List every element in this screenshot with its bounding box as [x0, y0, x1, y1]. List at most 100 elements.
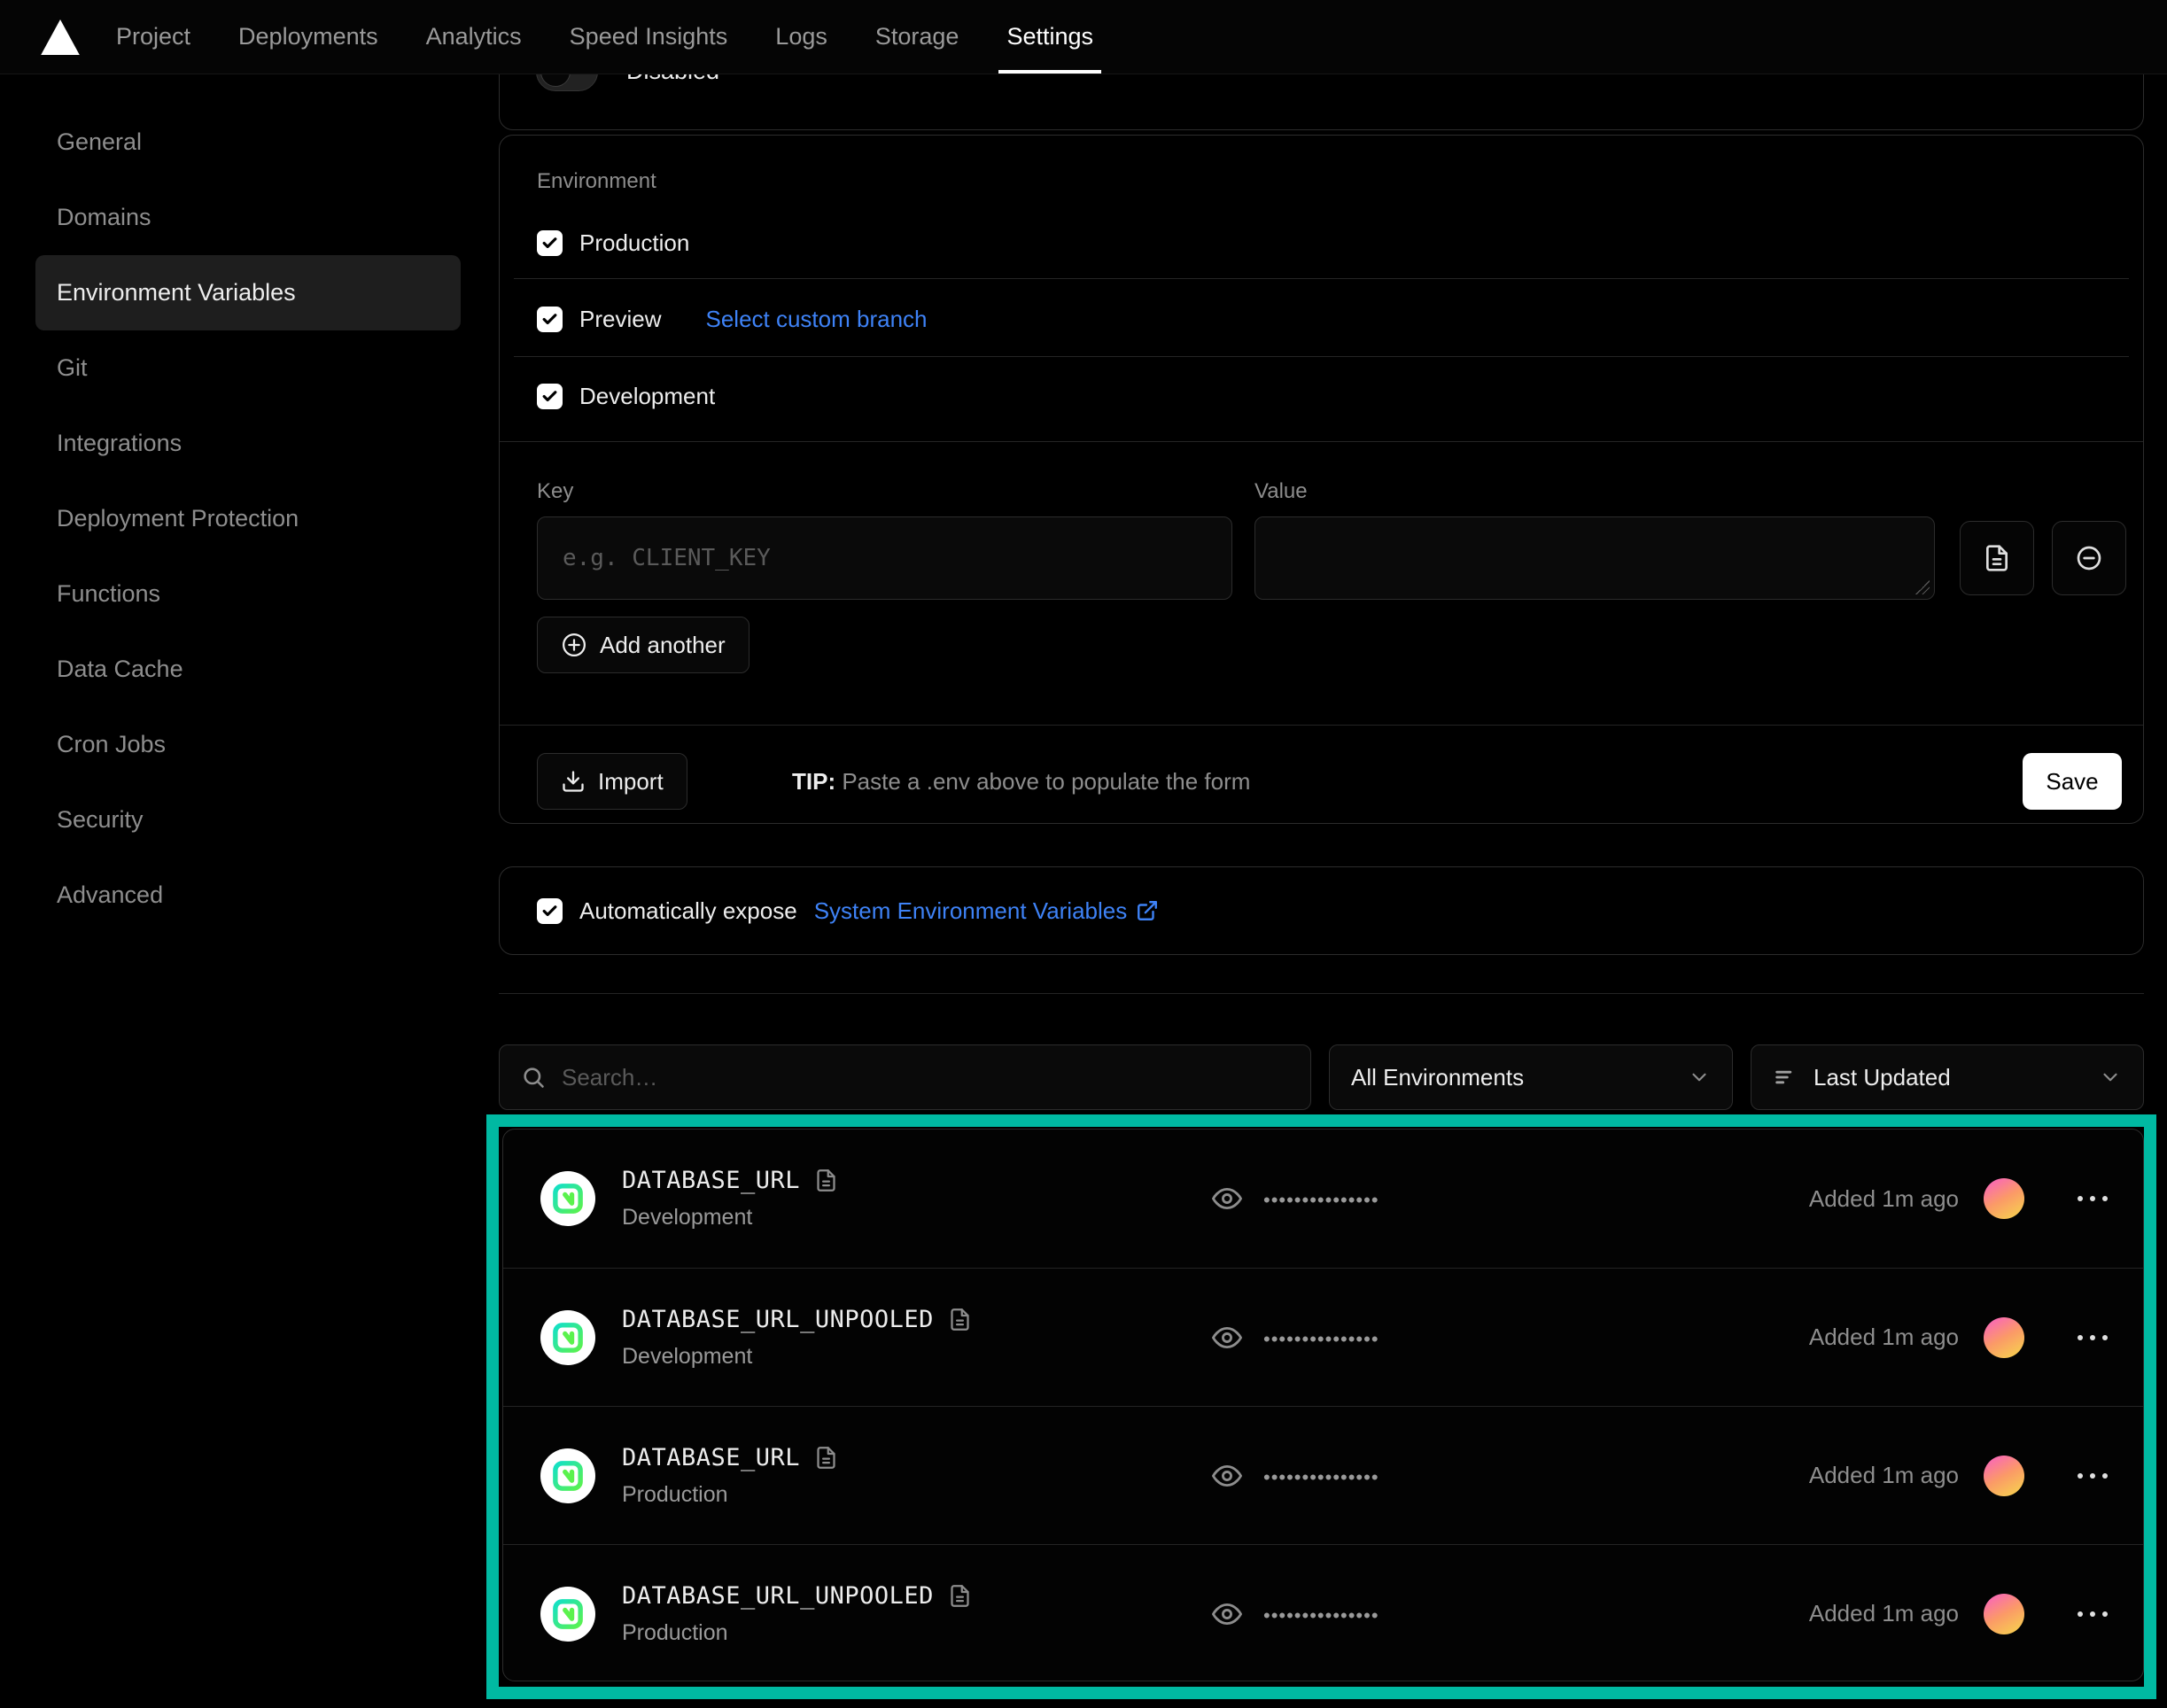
neon-logo [552, 1322, 584, 1354]
nav-item-deployments[interactable]: Deployments [214, 0, 402, 74]
neon-logo [552, 1460, 584, 1492]
neon-logo [552, 1183, 584, 1215]
plus-circle-icon [561, 632, 587, 658]
check-icon [541, 235, 558, 252]
sidebar-item-git[interactable]: Git [35, 330, 461, 406]
row-menu-button[interactable] [2069, 1464, 2117, 1487]
key-input[interactable] [537, 516, 1232, 600]
env-variables-list: DATABASE_URL Development •••••••••••••••… [502, 1129, 2144, 1681]
env-var-meta: Added 1m ago [1809, 1269, 2117, 1406]
row-menu-button[interactable] [2069, 1326, 2117, 1349]
env-var-row[interactable]: DATABASE_URL_UNPOOLED Production •••••••… [503, 1544, 2143, 1681]
user-avatar [1984, 1594, 2024, 1634]
preview-label: Preview [579, 306, 661, 333]
sidebar-item-domains[interactable]: Domains [35, 180, 461, 255]
sidebar-item-cron-jobs[interactable]: Cron Jobs [35, 707, 461, 782]
remove-row-button[interactable] [2052, 521, 2126, 595]
sidebar-item-advanced[interactable]: Advanced [35, 858, 461, 933]
sort-dropdown[interactable]: Last Updated [1751, 1044, 2144, 1110]
value-input[interactable] [1254, 516, 1935, 600]
system-env-panel: Automatically expose System Environment … [499, 866, 2144, 955]
copy-value-icon[interactable] [814, 1446, 838, 1470]
check-icon [541, 311, 558, 328]
masked-value: ••••••••••••••• [1263, 1464, 1379, 1487]
import-button[interactable]: Import [537, 753, 687, 810]
chevron-down-icon [1688, 1066, 1711, 1089]
sidebar-item-deployment-protection[interactable]: Deployment Protection [35, 481, 461, 556]
search-input[interactable] [562, 1064, 1289, 1091]
sidebar-item-data-cache[interactable]: Data Cache [35, 632, 461, 707]
auto-expose-checkbox[interactable] [537, 898, 563, 924]
system-env-variables-link[interactable]: System Environment Variables [814, 897, 1160, 925]
production-label: Production [579, 229, 689, 257]
reveal-value-icon[interactable] [1212, 1599, 1242, 1629]
save-button[interactable]: Save [2023, 753, 2122, 810]
external-link-icon [1136, 899, 1159, 922]
import-label: Import [598, 768, 664, 796]
sort-icon [1773, 1065, 1798, 1090]
env-var-value: ••••••••••••••• [1212, 1545, 1379, 1681]
reveal-value-icon[interactable] [1212, 1461, 1242, 1491]
nav-item-settings[interactable]: Settings [983, 0, 1117, 74]
chevron-down-icon [2099, 1066, 2122, 1089]
env-var-row[interactable]: DATABASE_URL Production ••••••••••••••• … [503, 1406, 2143, 1544]
system-env-link-text: System Environment Variables [814, 897, 1128, 925]
env-var-environment: Development [622, 1344, 972, 1370]
row-menu-button[interactable] [2069, 1187, 2117, 1210]
sidebar-item-functions[interactable]: Functions [35, 556, 461, 632]
preview-checkbox[interactable] [537, 307, 563, 332]
env-var-identity: DATABASE_URL_UNPOOLED Development [622, 1269, 972, 1406]
added-timestamp: Added 1m ago [1809, 1600, 1959, 1627]
nav-item-project[interactable]: Project [92, 0, 214, 74]
sidebar-item-integrations[interactable]: Integrations [35, 406, 461, 481]
env-var-environment: Production [622, 1482, 838, 1508]
sort-value: Last Updated [1814, 1064, 2099, 1091]
sidebar-item-environment-variables[interactable]: Environment Variables [35, 255, 461, 330]
env-var-name: DATABASE_URL [622, 1444, 800, 1471]
tip-text: Paste a .env above to populate the form [835, 768, 1250, 795]
nav-item-analytics[interactable]: Analytics [402, 0, 546, 74]
top-nav: Project Deployments Analytics Speed Insi… [0, 0, 2167, 74]
select-custom-branch-link[interactable]: Select custom branch [705, 306, 927, 333]
production-checkbox[interactable] [537, 230, 563, 256]
env-var-meta: Added 1m ago [1809, 1545, 2117, 1681]
masked-value: ••••••••••••••• [1263, 1603, 1379, 1626]
env-var-name: DATABASE_URL [622, 1167, 800, 1194]
add-another-button[interactable]: Add another [537, 617, 750, 673]
env-var-row[interactable]: DATABASE_URL_UNPOOLED Development ••••••… [503, 1268, 2143, 1406]
auto-expose-label: Automatically expose [579, 897, 797, 925]
check-icon [541, 388, 558, 405]
row-menu-button[interactable] [2069, 1603, 2117, 1626]
value-label: Value [1254, 479, 1308, 504]
nav-items: Project Deployments Analytics Speed Insi… [92, 0, 1117, 74]
environment-section-title: Environment [537, 169, 656, 194]
env-var-value: ••••••••••••••• [1212, 1269, 1379, 1406]
development-checkbox[interactable] [537, 384, 563, 409]
key-label: Key [537, 479, 573, 504]
vercel-settings-page: Project Deployments Analytics Speed Insi… [0, 0, 2167, 1708]
environment-filter-dropdown[interactable]: All Environments [1329, 1044, 1733, 1110]
neon-integration-icon [540, 1310, 595, 1365]
reveal-value-icon[interactable] [1212, 1323, 1242, 1353]
vercel-logo[interactable] [41, 19, 80, 55]
env-var-value: ••••••••••••••• [1212, 1130, 1379, 1268]
reveal-value-icon[interactable] [1212, 1184, 1242, 1214]
nav-item-speed-insights[interactable]: Speed Insights [546, 0, 752, 74]
env-var-row[interactable]: DATABASE_URL Development •••••••••••••••… [503, 1130, 2143, 1268]
nav-item-storage[interactable]: Storage [851, 0, 983, 74]
search-box [499, 1044, 1311, 1110]
system-env-row: Automatically expose System Environment … [500, 867, 2143, 954]
add-another-label: Add another [600, 632, 726, 659]
sidebar-item-security[interactable]: Security [35, 782, 461, 858]
divider [500, 441, 2143, 442]
copy-value-icon[interactable] [948, 1308, 972, 1331]
added-timestamp: Added 1m ago [1809, 1185, 1959, 1213]
nav-item-logs[interactable]: Logs [751, 0, 851, 74]
add-variable-panel: Environment Production Preview Select cu… [499, 135, 2144, 824]
masked-value: ••••••••••••••• [1263, 1326, 1379, 1349]
file-text-icon [1983, 544, 2011, 572]
copy-value-icon[interactable] [814, 1168, 838, 1192]
sidebar-item-general[interactable]: General [35, 105, 461, 180]
paste-env-button[interactable] [1960, 521, 2034, 595]
copy-value-icon[interactable] [948, 1584, 972, 1608]
